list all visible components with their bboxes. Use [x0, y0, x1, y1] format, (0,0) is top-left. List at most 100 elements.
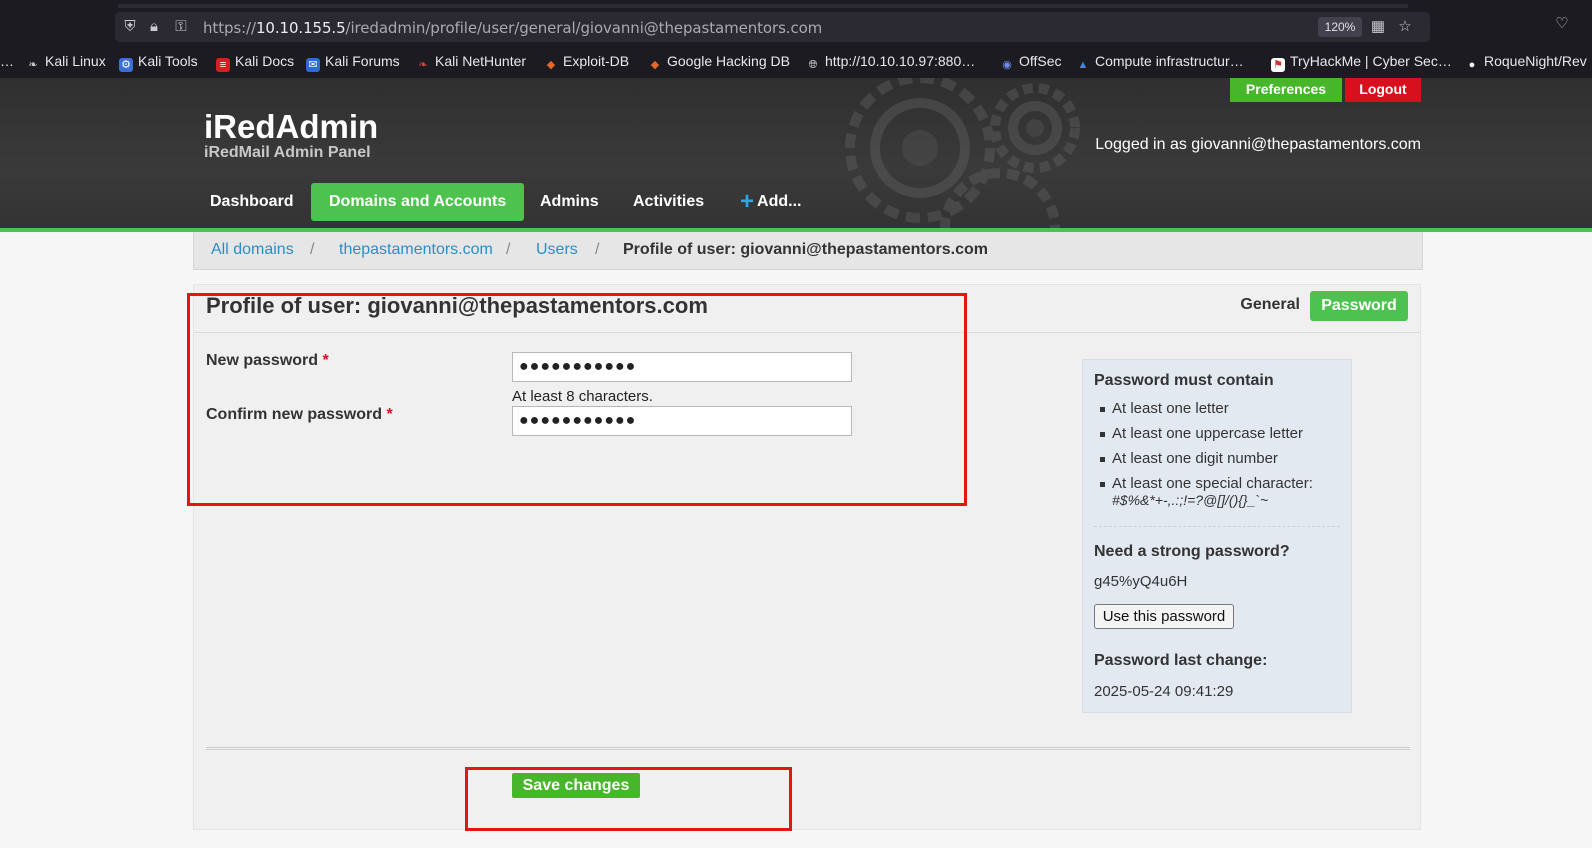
browser-tab-strip — [0, 0, 1592, 10]
url-text[interactable]: https://10.10.155.5/iredadmin/profile/us… — [203, 19, 822, 37]
breadcrumb-separator: / — [506, 241, 511, 258]
bookmark-google-hacking-db[interactable]: ◆ Google Hacking DB — [648, 53, 790, 72]
breadcrumb-all-domains[interactable]: All domains — [211, 241, 294, 259]
bookmark-kali-docs[interactable]: ≡ Kali Docs — [216, 53, 294, 72]
extensions-icon[interactable]: ▦ — [1369, 18, 1387, 36]
bookmarks-toolbar: … ❧ Kali Linux ⚙ Kali Tools ≡ Kali Docs ✉ Ka… — [0, 44, 1592, 78]
rules-heading: Password must contain — [1094, 372, 1274, 389]
nav-domains-and-accounts[interactable]: Domains and Accounts — [311, 183, 525, 221]
breadcrumb-separator: / — [595, 241, 600, 258]
password-length-hint: At least 8 characters. — [512, 388, 653, 405]
url-prefix: https:// — [203, 19, 256, 37]
bookmark-label: Kali Forums — [325, 53, 400, 69]
bookmark-overflow[interactable]: … — [0, 53, 14, 69]
bookmark-roquenight[interactable]: ● RoqueNight/Rev — [1465, 53, 1587, 72]
kali-dragon-icon: ❧ — [28, 59, 38, 71]
app-header: iRedAdmin iRedMail Admin Panel Preferenc… — [0, 78, 1592, 228]
bookmark-offsec[interactable]: ◉ OffSec — [1000, 53, 1062, 72]
required-mark: * — [322, 352, 329, 369]
bookmark-kali-linux[interactable]: ❧ Kali Linux — [26, 53, 105, 72]
nav-add[interactable]: + Add... — [726, 183, 815, 221]
url-host: 10.10.155.5 — [255, 19, 346, 37]
bookmark-label: Kali NetHunter — [435, 53, 527, 69]
globe-icon: 🌐︎ — [808, 59, 818, 71]
required-mark: * — [386, 406, 393, 423]
breadcrumb-users[interactable]: Users — [536, 241, 578, 259]
nav-activities[interactable]: Activities — [619, 183, 718, 221]
nav-add-label: Add... — [757, 193, 802, 210]
bookmark-label: Compute infrastructur… — [1095, 53, 1244, 69]
bookmark-compute-infrastructure[interactable]: ▲ Compute infrastructur… — [1076, 53, 1244, 72]
pocket-icon[interactable]: ♡ — [1552, 14, 1572, 34]
github-icon: ● — [1468, 59, 1476, 71]
breadcrumb-separator: / — [310, 241, 315, 258]
strong-password-heading: Need a strong password? — [1094, 543, 1290, 560]
rule-item: At least one letter — [1100, 400, 1340, 417]
bookmark-star-icon[interactable]: ☆ — [1396, 18, 1414, 36]
preferences-button[interactable]: Preferences — [1230, 78, 1342, 102]
confirm-password-input[interactable]: ●●●●●●●●●●● — [512, 406, 852, 436]
form-footer-divider — [206, 747, 1410, 750]
shield-icon[interactable]: ⛨ — [121, 18, 139, 36]
bookmark-kali-tools[interactable]: ⚙ Kali Tools — [119, 53, 198, 72]
active-tab-indicator — [118, 4, 1408, 8]
rule-item: At least one uppercase letter — [1100, 425, 1340, 442]
rule-item: At least one special character: #$%&*+-,.… — [1100, 475, 1340, 509]
new-password-label-text: New password — [206, 352, 319, 369]
save-changes-button[interactable]: Save changes — [512, 773, 640, 798]
bookmark-label: Kali Tools — [138, 53, 198, 69]
offsec-icon: ◉ — [1002, 59, 1012, 71]
bookmark-label: Kali Docs — [235, 53, 295, 69]
url-path: /iredadmin/profile/user/general/giovanni… — [345, 19, 823, 37]
suggested-password: g45%yQ4u6H — [1094, 573, 1188, 590]
confirm-password-label: Confirm new password * — [206, 406, 393, 424]
bookmark-label: Exploit-DB — [563, 53, 630, 69]
new-password-label: New password * — [206, 352, 329, 370]
last-change-heading: Password last change: — [1094, 652, 1268, 669]
gears-decoration — [845, 78, 1080, 228]
last-change-value: 2025-05-24 09:41:29 — [1094, 683, 1234, 700]
bookmark-label: Google Hacking DB — [667, 53, 790, 69]
address-bar[interactable]: ⛨ 🔒︎ ⚿ https://10.10.155.5/iredadmin/pro… — [115, 12, 1430, 42]
nethunter-icon: ❧ — [418, 59, 428, 71]
app-subtitle: iRedMail Admin Panel — [204, 144, 371, 161]
confirm-password-label-text: Confirm new password — [206, 406, 383, 423]
rules-divider — [1094, 526, 1340, 527]
bookmark-label: RoqueNight/Rev — [1484, 53, 1587, 69]
azure-icon: ▲ — [1077, 59, 1089, 71]
profile-panel: Profile of user: giovanni@thepastamentor… — [193, 284, 1421, 830]
breadcrumb-current: Profile of user: giovanni@thepastamentor… — [623, 241, 988, 258]
plus-icon: + — [740, 188, 755, 215]
rule-special-chars: #$%&*+-,.:;!=?@[]/(){}_`~ — [1112, 492, 1269, 508]
bookmark-tryhackme[interactable]: ⚑ TryHackMe | Cyber Sec… — [1271, 53, 1452, 72]
lock-icon[interactable]: 🔒︎ — [145, 18, 163, 36]
kali-forums-icon: ✉ — [306, 58, 320, 72]
new-password-input[interactable]: ●●●●●●●●●●● — [512, 352, 852, 382]
rule-special-label: At least one special character: — [1112, 475, 1313, 492]
panel-header: Profile of user: giovanni@thepastamentor… — [194, 285, 1420, 333]
logout-button[interactable]: Logout — [1345, 78, 1421, 102]
bookmark-label: OffSec — [1019, 53, 1062, 69]
bookmark-label: TryHackMe | Cyber Sec… — [1290, 53, 1452, 69]
use-this-password-button[interactable]: Use this password — [1094, 604, 1234, 629]
bookmark-local-url[interactable]: 🌐︎ http://10.10.10.97:880… — [806, 53, 976, 72]
exploit-db-icon: ◆ — [546, 59, 556, 71]
password-rules-box: Password must contain At least one lette… — [1082, 359, 1352, 713]
zoom-indicator[interactable]: 120% — [1318, 17, 1362, 37]
bookmark-kali-nethunter[interactable]: ❧ Kali NetHunter — [416, 53, 526, 72]
kali-docs-icon: ≡ — [216, 58, 230, 72]
tab-general[interactable]: General — [1240, 293, 1300, 317]
tryhackme-icon: ⚑ — [1271, 58, 1285, 72]
browser-url-row: ⛨ 🔒︎ ⚿ https://10.10.155.5/iredadmin/pro… — [0, 10, 1592, 44]
page-title: Profile of user: giovanni@thepastamentor… — [206, 293, 708, 318]
nav-dashboard[interactable]: Dashboard — [196, 183, 308, 221]
breadcrumb-domain[interactable]: thepastamentors.com — [339, 241, 493, 259]
logged-in-as: Logged in as giovanni@thepastamentors.co… — [1095, 136, 1421, 153]
nav-admins[interactable]: Admins — [526, 183, 613, 221]
key-icon[interactable]: ⚿ — [172, 18, 190, 36]
bookmark-kali-forums[interactable]: ✉ Kali Forums — [306, 53, 400, 72]
breadcrumb: All domains / thepastamentors.com / User… — [193, 232, 1423, 270]
tab-password[interactable]: Password — [1310, 291, 1408, 321]
bookmark-exploit-db[interactable]: ◆ Exploit-DB — [544, 53, 629, 72]
bookmark-label: http://10.10.10.97:880… — [825, 53, 976, 69]
